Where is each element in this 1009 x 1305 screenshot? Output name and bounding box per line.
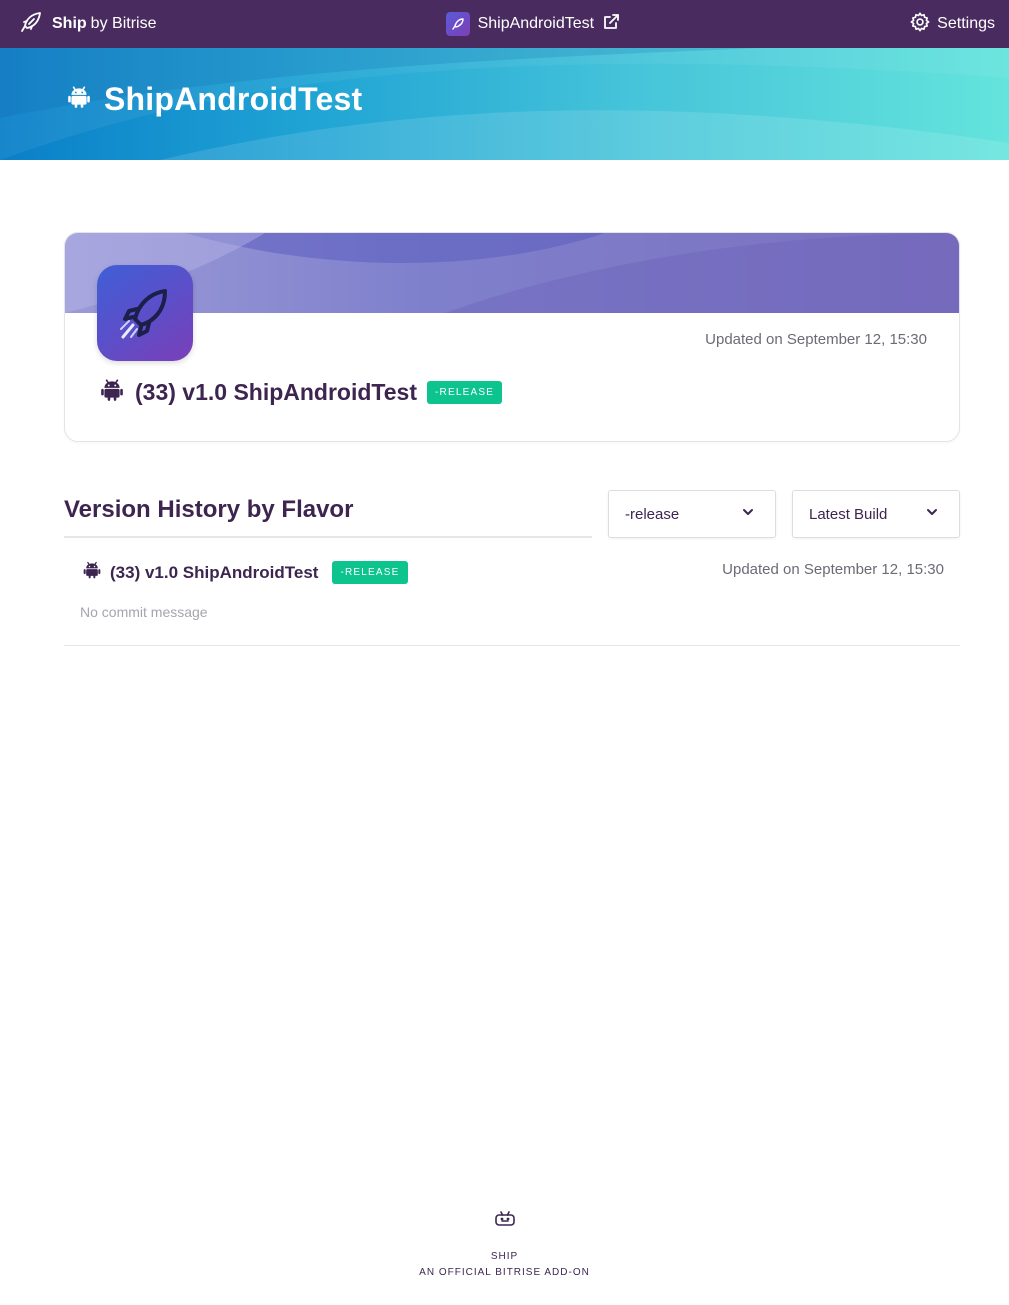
chevron-down-icon [925, 505, 939, 523]
ship-logo-icon [0, 1210, 1009, 1233]
version-history-divider [64, 536, 592, 538]
app-thumbnail-icon [445, 12, 470, 36]
android-icon [82, 560, 102, 585]
footer: SHIP AN OFFICIAL BITRISE ADD-ON [0, 1210, 1009, 1281]
hero-banner: ShipAndroidTest [0, 48, 1009, 160]
page-title: ShipAndroidTest [66, 81, 362, 118]
footer-tagline: AN OFFICIAL BITRISE ADD-ON [419, 1267, 590, 1278]
brand-suffix: by Bitrise [90, 15, 157, 32]
version-row-commit-message: No commit message [80, 604, 208, 620]
brand-name: Ship [52, 15, 87, 32]
gear-icon [909, 11, 931, 38]
android-icon [99, 377, 125, 408]
flavor-select[interactable]: -release [608, 490, 776, 538]
card-banner-waves [65, 233, 959, 313]
settings-button[interactable]: Settings [909, 11, 995, 38]
version-history-title: Version History by Flavor [64, 496, 354, 523]
release-badge: -RELEASE [332, 561, 408, 584]
flavor-select-value: -release [625, 505, 680, 523]
external-link-icon [602, 13, 620, 36]
chevron-down-icon [741, 505, 755, 523]
card-build-info: (33) v1.0 ShipAndroidTest -RELEASE [99, 377, 503, 408]
settings-label: Settings [937, 15, 995, 32]
version-row[interactable]: (33) v1.0 ShipAndroidTest -RELEASE Updat… [64, 540, 960, 646]
latest-build-card: Updated on September 12, 15:30 (33) v1.0… [64, 232, 960, 442]
version-row-title: (33) v1.0 ShipAndroidTest [110, 562, 319, 582]
android-icon [66, 81, 92, 118]
app-external-link[interactable]: ShipAndroidTest [445, 12, 621, 36]
app-name: ShipAndroidTest [477, 15, 595, 32]
top-nav: Ship by Bitrise ShipAndroidTest Settings [0, 0, 1009, 48]
build-select-value: Latest Build [809, 505, 888, 523]
build-select[interactable]: Latest Build [792, 490, 960, 538]
ship-logo-icon [20, 11, 42, 38]
card-build-title: (33) v1.0 ShipAndroidTest [135, 379, 418, 405]
hero-app-title: ShipAndroidTest [104, 81, 363, 117]
card-updated-time: Updated on September 12, 15:30 [705, 331, 927, 348]
brand-link[interactable]: Ship by Bitrise [20, 11, 156, 38]
card-banner [65, 233, 959, 313]
footer-product-name: SHIP [490, 1251, 519, 1262]
version-row-updated: Updated on September 12, 15:30 [722, 561, 944, 578]
version-row-build: (33) v1.0 ShipAndroidTest -RELEASE [82, 560, 408, 585]
release-badge: -RELEASE [427, 381, 503, 404]
app-icon [97, 265, 193, 361]
